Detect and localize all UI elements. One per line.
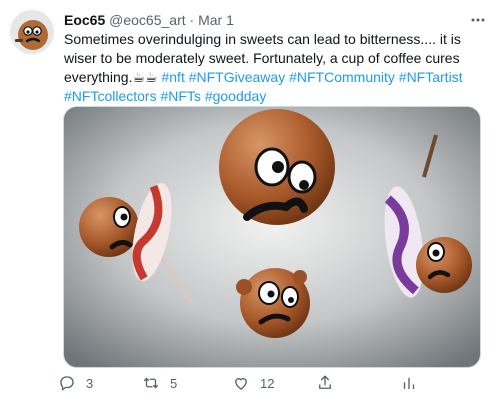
retweet-button[interactable]: 5 [142,371,177,395]
tweet-media[interactable] [63,106,481,368]
tweet-text: Sometimes overindulging in sweets can le… [64,30,492,106]
big-face [219,109,335,225]
hashtag-nftgiveaway[interactable]: #NFTGiveaway [189,69,285,85]
tweet-card[interactable]: Eoc65 @eoc65_art · Mar 1 Sometimes overi… [0,0,500,403]
analytics-icon [403,377,415,389]
share-button[interactable] [316,371,334,395]
hashtag-nftcollectors[interactable]: #NFTcollectors [64,88,157,104]
hashtag-nft[interactable]: #nft [161,69,184,85]
retweet-icon [143,377,159,389]
separator-dot: · [189,12,195,28]
action-bar: 3 5 12 [58,371,488,395]
hashtag-goodday[interactable]: #goodday [205,88,267,104]
media-image [64,107,480,367]
reply-count: 3 [86,375,94,391]
more-dots-icon[interactable] [470,12,486,28]
heart-icon [235,378,247,390]
hashtag-nfts[interactable]: #NFTs [160,88,200,104]
analytics-button[interactable] [400,371,418,395]
coffee-emoji: ☕☕ [132,69,158,85]
avatar[interactable] [10,10,54,54]
hashtag-nftartist[interactable]: #NFTartist [399,69,463,85]
hashtag-nftcommunity[interactable]: #NFTCommunity [289,69,395,85]
author-name[interactable]: Eoc65 [64,12,105,28]
author-handle[interactable]: @eoc65_art [109,12,185,28]
reply-icon [60,376,74,391]
retweet-count: 5 [170,375,178,391]
tweet-header: Eoc65 @eoc65_art · Mar 1 [64,10,490,30]
left-face [79,197,139,257]
tweet-date[interactable]: Mar 1 [198,12,234,28]
avatar-image [10,10,54,54]
like-button[interactable]: 12 [232,371,274,395]
share-icon [319,375,331,389]
right-face [416,237,472,293]
reply-button[interactable]: 3 [58,371,93,395]
like-count: 12 [260,375,275,391]
